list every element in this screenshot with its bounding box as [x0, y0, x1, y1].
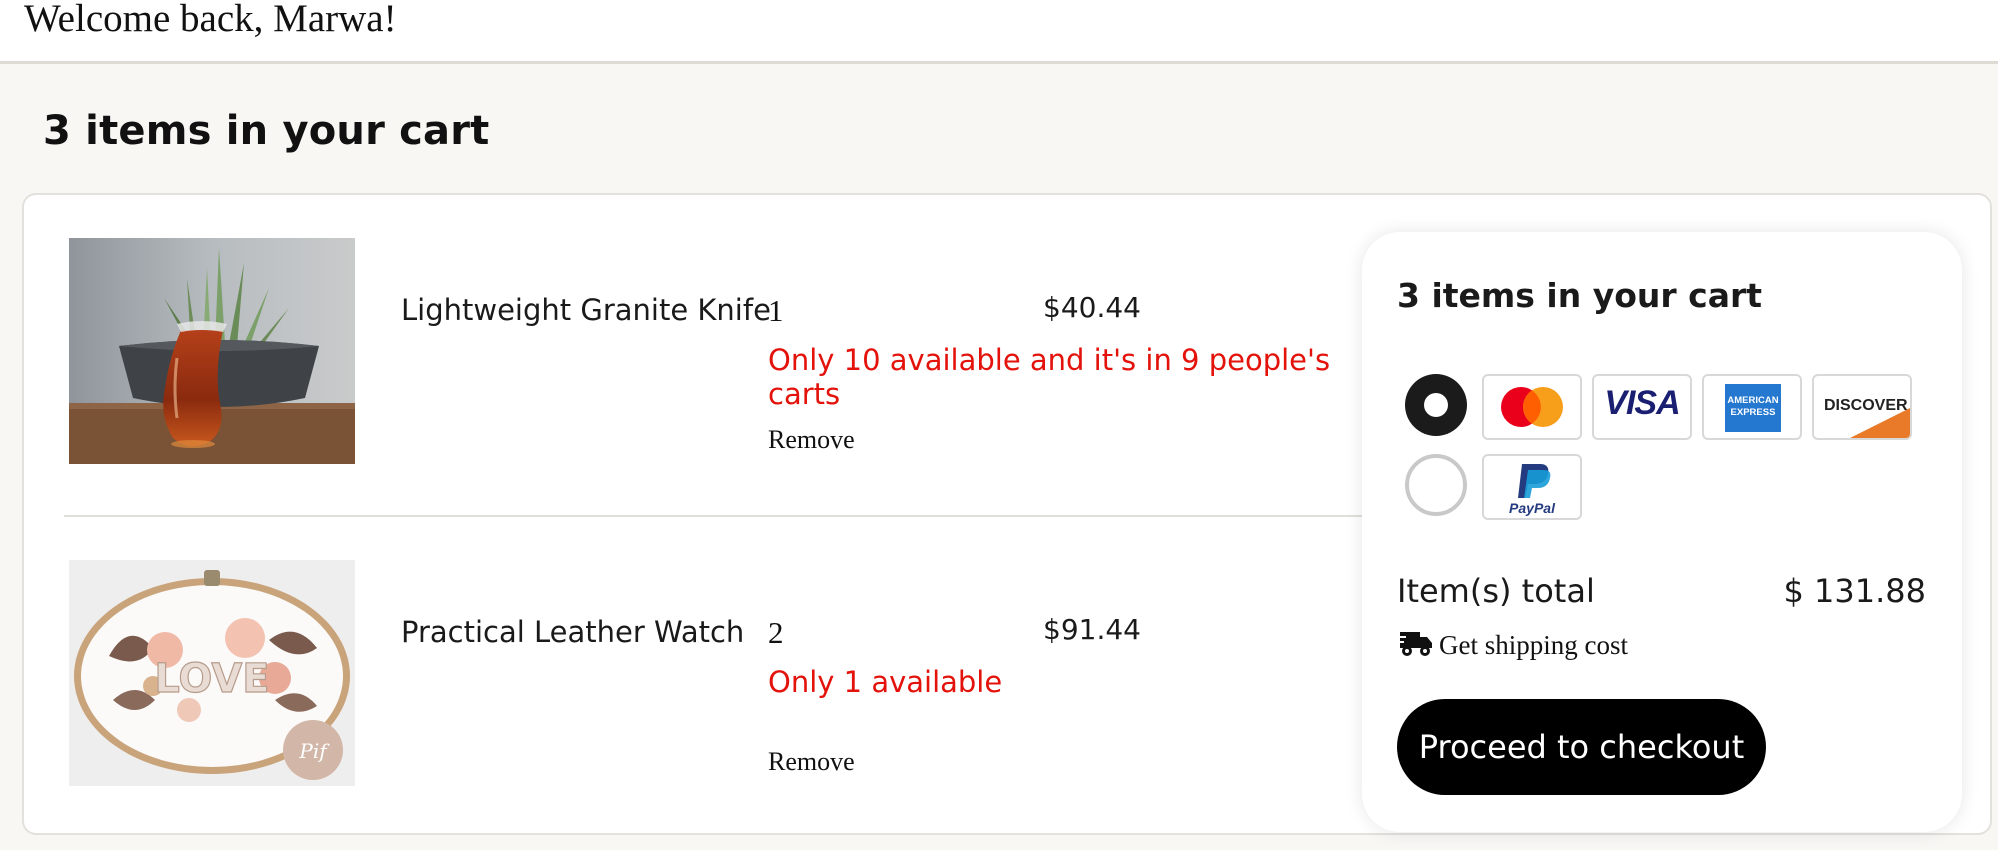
svg-text:LOVE: LOVE	[154, 656, 269, 702]
visa-icon: VISA	[1592, 374, 1692, 440]
cart-item-row: LOVE Pif Practical Leather Watch 2 $91.4…	[24, 517, 1354, 837]
shipping-cost-label: Get shipping cost	[1439, 629, 1628, 660]
items-total-value: $ 131.88	[1783, 572, 1927, 610]
item-price: $91.44	[1043, 613, 1141, 646]
visa-label: VISA	[1604, 384, 1680, 422]
proceed-to-checkout-button[interactable]: Proceed to checkout	[1397, 699, 1766, 795]
payment-cards-radio[interactable]	[1405, 374, 1467, 436]
quantity-value[interactable]: 1	[768, 293, 784, 329]
product-name[interactable]: Practical Leather Watch	[401, 615, 744, 649]
stock-warning: Only 10 available and it's in 9 people's…	[768, 343, 1331, 411]
svg-text:Pif: Pif	[298, 739, 330, 763]
stock-warning: Only 1 available	[768, 665, 1003, 699]
cart-title: 3 items in your cart	[43, 108, 490, 154]
amex-label-line-2: EXPRESS	[1730, 407, 1776, 418]
paypal-label: PayPal	[1509, 500, 1555, 516]
cart-item-row: Lightweight Granite Knife 1 $40.44 Only …	[24, 195, 1354, 515]
remove-button[interactable]: Remove	[768, 425, 855, 455]
product-name[interactable]: Lightweight Granite Knife	[401, 293, 771, 327]
product-image-tea-glass[interactable]	[69, 238, 355, 464]
items-total-label: Item(s) total	[1397, 572, 1595, 610]
discover-label: DISCOVER	[1824, 397, 1908, 414]
paypal-icon: PayPal	[1482, 454, 1582, 520]
mastercard-icon	[1482, 374, 1582, 440]
amex-logo: AMERICAN EXPRESS	[1725, 384, 1781, 432]
welcome-message: Welcome back, Marwa!	[24, 0, 397, 40]
shipping-cost-link[interactable]: Get shipping cost	[1397, 628, 1628, 662]
discover-icon: DISCOVER	[1812, 374, 1912, 440]
quantity-value[interactable]: 2	[768, 615, 784, 651]
amex-label-line-1: AMERICAN	[1727, 395, 1779, 406]
paypal-radio[interactable]	[1405, 454, 1467, 516]
item-price: $40.44	[1043, 291, 1141, 324]
summary-title: 3 items in your cart	[1397, 276, 1763, 315]
order-summary: 3 items in your cart VISA AMERICAN EXPRE…	[1362, 232, 1962, 832]
product-image-embroidery-hoop[interactable]: LOVE Pif	[69, 560, 355, 786]
shipping-truck-icon	[1397, 628, 1433, 662]
american-express-icon: AMERICAN EXPRESS	[1702, 374, 1802, 440]
remove-button[interactable]: Remove	[768, 747, 855, 777]
